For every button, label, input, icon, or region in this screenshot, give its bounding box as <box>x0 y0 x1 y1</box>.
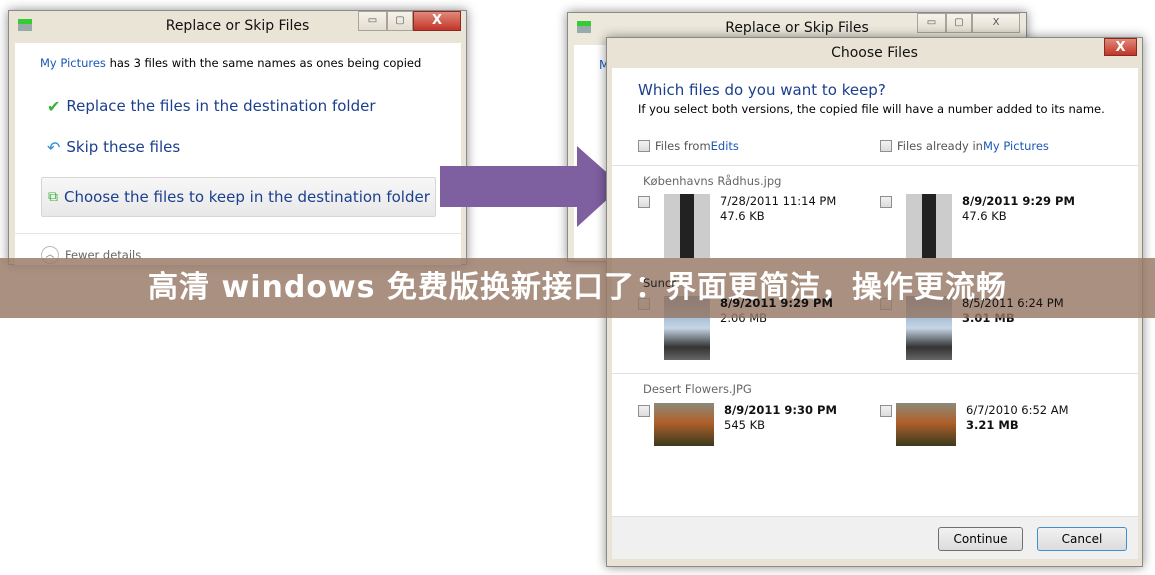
thumbnail <box>896 403 956 446</box>
select-all-right[interactable]: Files already in My Pictures <box>880 139 1049 153</box>
replace-or-skip-dialog: Replace or Skip Files ▭ ▢ X My Pictures … <box>8 10 467 265</box>
message-text: has 3 files with the same names as ones … <box>105 56 422 70</box>
maximize-button[interactable]: ▢ <box>387 11 413 31</box>
file-name: Desert Flowers.JPG <box>643 382 752 396</box>
checkbox[interactable] <box>638 196 650 208</box>
skip-arrow-icon: ↶ <box>47 137 61 157</box>
button-bar: Continue Cancel <box>612 516 1138 559</box>
file-option-right[interactable]: 6/7/2010 6:52 AM 3.21 MB <box>880 403 1069 446</box>
option-label: Choose the files to keep in the destinat… <box>64 188 430 206</box>
file-option-left[interactable]: 7/28/2011 11:14 PM 47.6 KB <box>638 194 836 258</box>
edits-link[interactable]: Edits <box>711 139 739 153</box>
thumbnail <box>654 403 714 446</box>
skip-option[interactable]: ↶ Skip these files <box>47 132 180 162</box>
dialog-body: My Pictures has 3 files with the same na… <box>15 43 461 265</box>
maximize-button[interactable]: ▢ <box>946 13 972 33</box>
thumbnail <box>906 194 952 258</box>
option-label: Skip these files <box>66 138 181 156</box>
header-label: Files already in <box>897 139 983 153</box>
close-button[interactable]: X <box>972 13 1020 33</box>
file-size: 545 KB <box>724 418 766 432</box>
cancel-button[interactable]: Cancel <box>1037 527 1127 551</box>
thumbnail <box>664 194 710 258</box>
file-size: 47.6 KB <box>962 209 1007 223</box>
close-button[interactable]: X <box>1104 38 1137 56</box>
heading: Which files do you want to keep? <box>638 81 886 99</box>
minimize-button[interactable]: ▭ <box>358 11 387 31</box>
checkbox[interactable] <box>880 196 892 208</box>
choose-files-icon: ⧉ <box>48 189 58 205</box>
checkbox[interactable] <box>880 140 892 152</box>
file-size: 3.21 MB <box>966 418 1019 432</box>
file-option-right[interactable]: 8/9/2011 9:29 PM 47.6 KB <box>880 194 1075 258</box>
file-option-left[interactable]: 8/9/2011 9:30 PM 545 KB <box>638 403 837 446</box>
replace-option[interactable]: ✔ Replace the files in the destination fo… <box>47 91 376 121</box>
close-button[interactable]: X <box>413 11 461 31</box>
arrow-icon <box>440 146 622 227</box>
message: My Pictures has 3 files with the same na… <box>40 56 421 70</box>
dialog-title: Choose Files <box>831 45 918 61</box>
file-date: 8/9/2011 9:29 PM <box>720 296 833 310</box>
file-date: 8/9/2011 9:30 PM <box>724 403 837 417</box>
file-date: 6/7/2010 6:52 AM <box>966 403 1069 417</box>
subtext: If you select both versions, the copied … <box>638 102 1105 116</box>
file-size: 47.6 KB <box>720 209 765 223</box>
file-date: 7/28/2011 11:14 PM <box>720 194 837 208</box>
select-all-left[interactable]: Files from Edits <box>638 139 739 153</box>
header-label: Files from <box>655 139 711 153</box>
my-pictures-link[interactable]: My Pictures <box>40 56 106 70</box>
divider <box>15 233 461 234</box>
file-name: Suncr <box>643 276 676 290</box>
file-date: 8/5/2011 6:24 PM <box>962 296 1064 310</box>
file-date: 8/9/2011 9:29 PM <box>962 194 1075 208</box>
option-label: Replace the files in the destination fol… <box>66 97 376 115</box>
choose-option[interactable]: ⧉ Choose the files to keep in the destina… <box>41 177 436 217</box>
checkbox[interactable] <box>880 405 892 417</box>
continue-button[interactable]: Continue <box>938 527 1023 551</box>
file-name: Københavns Rådhus.jpg <box>643 174 782 188</box>
minimize-button[interactable]: ▭ <box>917 13 946 33</box>
checkmark-icon: ✔ <box>47 96 61 116</box>
file-group: Desert Flowers.JPG 8/9/2011 9:30 PM 545 K… <box>612 373 1138 476</box>
checkbox[interactable] <box>638 405 650 417</box>
my-pictures-link[interactable]: My Pictures <box>983 139 1049 153</box>
checkbox[interactable] <box>638 140 650 152</box>
